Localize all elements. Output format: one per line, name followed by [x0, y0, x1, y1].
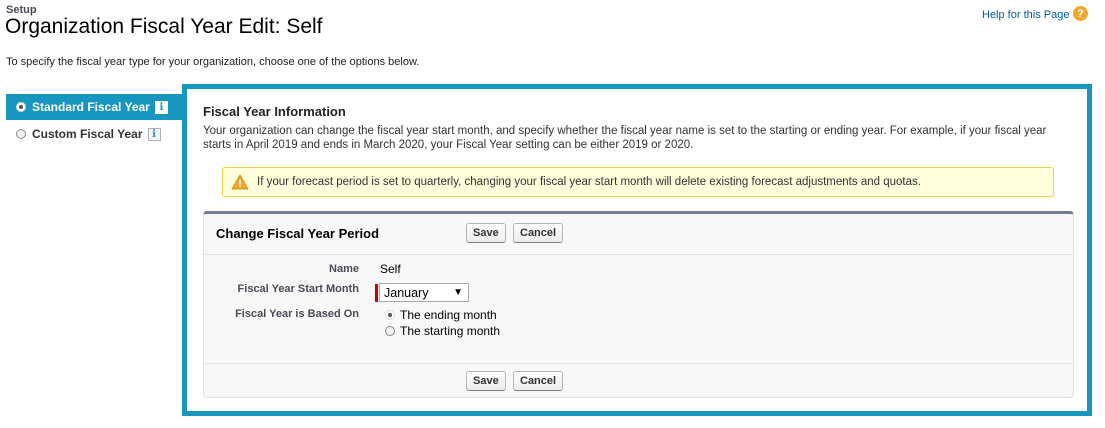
warning-message: If your forecast period is set to quarte… [222, 167, 1054, 197]
intro-text: To specify the fiscal year type for your… [6, 56, 420, 68]
save-button[interactable]: Save [466, 223, 506, 243]
standard-fiscal-year-option[interactable]: Standard Fiscal Year i [6, 94, 182, 120]
option-label: Custom Fiscal Year [32, 127, 143, 141]
info-icon[interactable]: i [147, 127, 161, 141]
based-on-label: Fiscal Year is Based On [235, 308, 359, 320]
help-icon[interactable]: ? [1073, 6, 1088, 21]
start-month-label: Fiscal Year Start Month [237, 283, 359, 295]
help-link[interactable]: Help for this Page [982, 9, 1069, 21]
section-description: Your organization can change the fiscal … [203, 125, 1047, 151]
required-indicator [375, 284, 378, 302]
warning-icon [231, 174, 249, 190]
option-label: The starting month [400, 324, 501, 338]
cancel-button-bottom[interactable]: Cancel [513, 371, 564, 391]
panel-title: Change Fiscal Year Period [216, 226, 380, 241]
page-title: Organization Fiscal Year Edit: Self [5, 15, 323, 38]
radio-unselected-icon[interactable] [16, 129, 26, 139]
dropdown-arrow-icon: ▼ [453, 287, 463, 298]
name-value: Self [380, 262, 401, 276]
radio-selected-icon[interactable] [16, 102, 26, 112]
start-month-select[interactable]: January ▼ [379, 283, 469, 302]
info-icon[interactable]: i [154, 100, 168, 114]
custom-fiscal-year-option[interactable]: Custom Fiscal Year i [6, 121, 182, 147]
cancel-button[interactable]: Cancel [513, 223, 564, 243]
section-title: Fiscal Year Information [203, 104, 346, 119]
starting-month-option[interactable]: The starting month [385, 324, 500, 338]
start-month-value: January [384, 285, 429, 300]
name-label: Name [329, 263, 359, 275]
warning-text: If your forecast period is set to quarte… [257, 176, 921, 188]
ending-month-option[interactable]: The ending month [385, 308, 497, 322]
option-label: The ending month [400, 308, 497, 322]
radio-selected-icon[interactable] [385, 310, 395, 320]
save-button-bottom[interactable]: Save [466, 371, 506, 391]
radio-unselected-icon[interactable] [385, 326, 395, 336]
option-label: Standard Fiscal Year [32, 100, 150, 114]
